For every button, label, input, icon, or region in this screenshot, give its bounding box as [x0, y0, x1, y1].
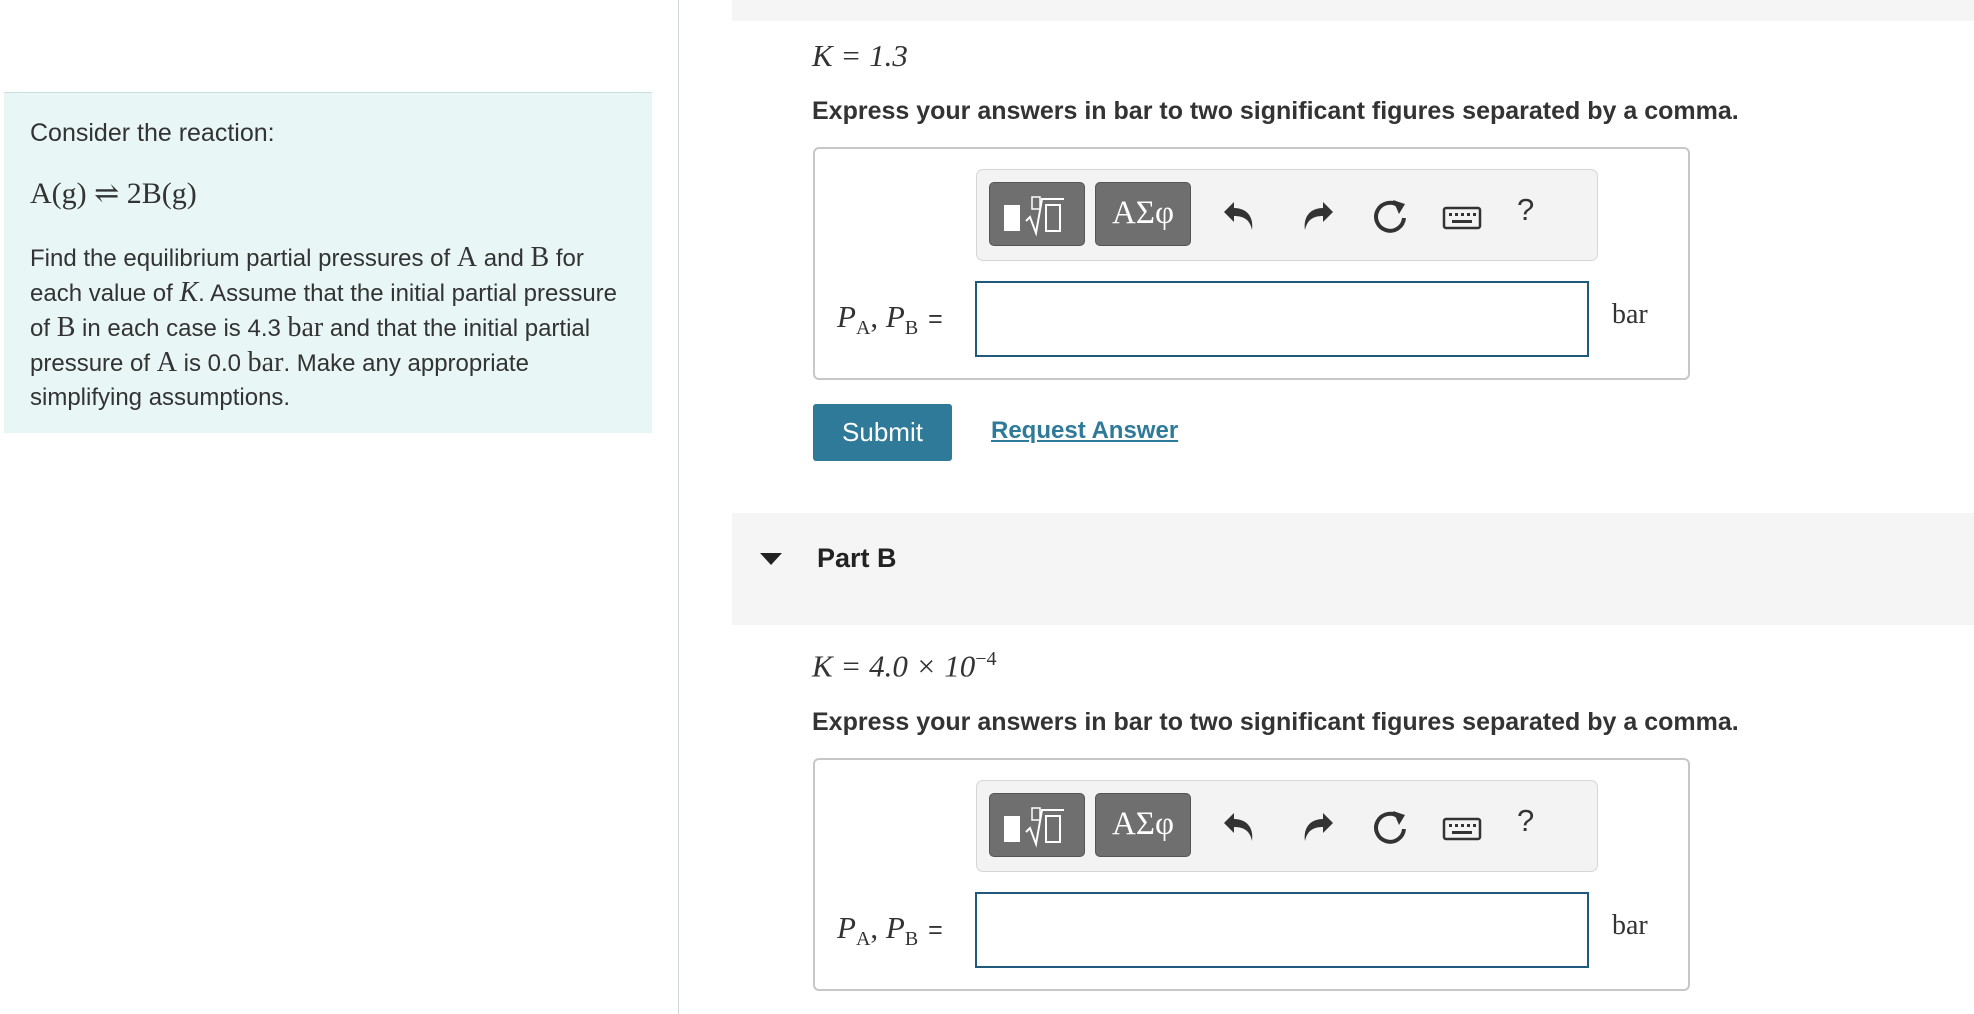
- part-b-k-value: K = 4.0 × 10−4: [812, 648, 997, 684]
- keyboard-icon[interactable]: [1441, 194, 1483, 238]
- part-b-unit: bar: [1612, 910, 1648, 941]
- redo-icon[interactable]: [1297, 805, 1337, 849]
- part-b-answer-label: PA, PB =: [837, 910, 943, 951]
- templates-button[interactable]: [989, 793, 1085, 857]
- part-a-k-value: K = 1.3: [812, 38, 908, 73]
- templates-icon: [1004, 196, 1064, 237]
- reset-icon[interactable]: [1371, 194, 1411, 238]
- part-b-math-toolbar: ΑΣφ ?: [976, 780, 1598, 872]
- request-answer-link[interactable]: Request Answer: [991, 417, 1178, 445]
- part-b-instruction: Express your answers in bar to two signi…: [812, 708, 1739, 736]
- part-a-header-bar: [732, 0, 1974, 21]
- keyboard-icon[interactable]: [1441, 805, 1483, 849]
- problem-panel: Consider the reaction: A(g) ⇌ 2B(g) Find…: [4, 92, 652, 433]
- part-a-unit: bar: [1612, 299, 1648, 330]
- reaction-equation: A(g) ⇌ 2B(g): [30, 177, 197, 210]
- greek-symbols-button[interactable]: ΑΣφ: [1095, 793, 1191, 857]
- help-button[interactable]: ?: [1517, 192, 1534, 228]
- part-b-answer-input[interactable]: [975, 892, 1589, 968]
- undo-icon[interactable]: [1220, 805, 1260, 849]
- panel-divider: [678, 0, 679, 1014]
- part-a-answer-label: PA, PB =: [837, 299, 943, 340]
- part-a-answer-box: ΑΣφ ? PA, PB = bar: [813, 147, 1690, 380]
- part-a-instruction: Express your answers in bar to two signi…: [812, 97, 1739, 125]
- problem-description: Find the equilibrium partial pressures o…: [30, 242, 617, 411]
- part-b-answer-box: ΑΣφ ? PA, PB = bar: [813, 758, 1690, 991]
- undo-icon[interactable]: [1220, 194, 1260, 238]
- problem-intro: Consider the reaction:: [30, 119, 275, 147]
- greek-symbols-button[interactable]: ΑΣφ: [1095, 182, 1191, 246]
- submit-button[interactable]: Submit: [813, 404, 952, 461]
- part-a-math-toolbar: ΑΣφ ?: [976, 169, 1598, 261]
- redo-icon[interactable]: [1297, 194, 1337, 238]
- help-button[interactable]: ?: [1517, 803, 1534, 839]
- part-a-answer-input[interactable]: [975, 281, 1589, 357]
- reset-icon[interactable]: [1371, 805, 1411, 849]
- templates-button[interactable]: [989, 182, 1085, 246]
- templates-icon: [1004, 807, 1064, 848]
- part-b-header[interactable]: [732, 513, 1974, 625]
- chevron-down-icon[interactable]: [760, 553, 782, 565]
- part-b-title: Part B: [817, 543, 897, 573]
